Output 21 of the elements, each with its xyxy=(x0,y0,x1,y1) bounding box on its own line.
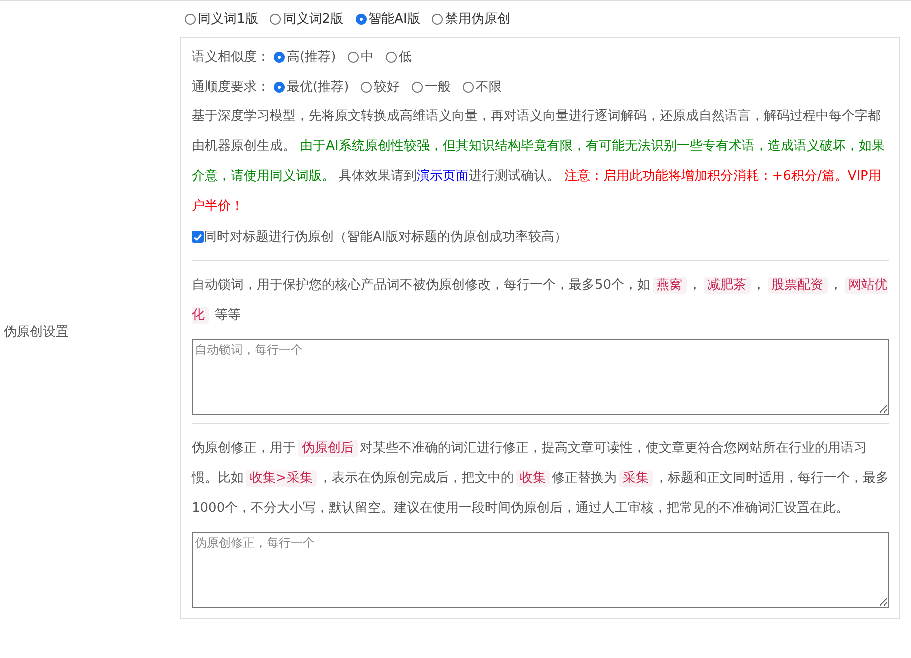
correction-description: 伪原创修正，用于 伪原创后 对某些不准确的词汇进行修正，提高文章可读性，使文章更符合您网站所在行业的用语习惯。比如 收集>采集 ，表示在伪原创完成后，把文中的 收集 修正替换为 采集 ，标题和正文同时适用，每行一个，最多1000个，不分大小写，默认留空。建议在使用一段时间伪原创后，通过人工审核，把常见的不准确词汇设置在此。 xyxy=(192,439,889,518)
title-checkbox[interactable]: 同时对标题进行伪原创（智能AI版对标题的伪原创成功率较高） xyxy=(192,222,889,252)
setting-label: 通顺度要求： xyxy=(192,79,270,96)
option-radio[interactable]: 最优(推荐) xyxy=(274,78,350,96)
option-radio[interactable]: 中 xyxy=(348,48,374,66)
version-radio[interactable]: 同义词1版 xyxy=(185,10,258,28)
option-radio[interactable]: 高(推荐) xyxy=(274,48,336,66)
version-radio[interactable]: 禁用伪原创 xyxy=(432,10,510,28)
lock-words-field[interactable]: 自动锁词，每行一个 xyxy=(192,339,889,415)
version-radio[interactable]: 智能AI版 xyxy=(356,10,420,28)
lock-words-description: 自动锁词，用于保护您的核心产品词不被伪原创修改，每行一个，最多50个，如 燕窝 ， 减肥茶 ， 股票配资 ， 网站优化 等等 xyxy=(192,276,889,326)
description-paragraph: 基于深度学习模型，先将原文转换成高维语义向量，再对语义向量进行逐词解码，还原成自然语言，解码过程中每个字都由机器原创生成。 由于AI系统原创性较强，但其知识结构毕竟有限，有可能无法识别一些专有术语，造成语义破坏，如果介意，请使用同义词版。 具体效果请到演示页面进行测试确认。 注意：启用此功能将增加积分消耗：+6积分/篇。VIP用户半价！ xyxy=(192,108,886,216)
section-label: 伪原创设置 xyxy=(3,324,69,341)
correction-field[interactable]: 伪原创修正，每行一个 xyxy=(192,532,889,608)
setting-label: 语义相似度： xyxy=(192,49,270,66)
option-radio[interactable]: 低 xyxy=(386,48,412,66)
option-radio[interactable]: 较好 xyxy=(361,78,400,96)
option-radio[interactable]: 不限 xyxy=(463,78,502,96)
option-radio[interactable]: 一般 xyxy=(412,78,452,96)
checkmark-icon xyxy=(193,232,203,242)
version-radio[interactable]: 同义词2版 xyxy=(270,10,344,28)
